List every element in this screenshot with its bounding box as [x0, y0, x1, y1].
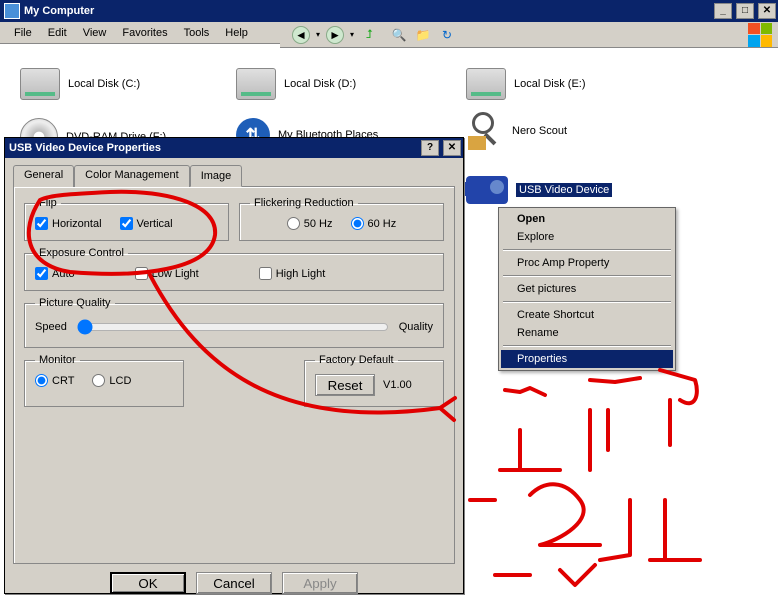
flip-legend: Flip [35, 197, 61, 209]
my-computer-icon [4, 3, 20, 19]
exposure-legend: Exposure Control [35, 247, 128, 259]
picture-quality-label: Quality [399, 321, 433, 333]
group-monitor: Monitor CRT LCD [24, 354, 184, 407]
dialog-tabs: General Color Management Image [13, 165, 455, 187]
context-menu: Open Explore Proc Amp Property Get pictu… [498, 207, 676, 371]
maximize-button[interactable]: □ [736, 3, 754, 19]
folders-icon[interactable]: 📁 [414, 26, 432, 44]
factory-legend: Factory Default [315, 354, 398, 366]
window-title: My Computer [24, 5, 94, 17]
forward-dropdown-icon[interactable]: ▾ [350, 30, 354, 39]
dialog-buttons: OK Cancel Apply [5, 564, 463, 602]
magnifier-icon [466, 112, 504, 150]
menu-get-pictures[interactable]: Get pictures [501, 280, 673, 298]
window-titlebar: My Computer _ □ ✕ [0, 0, 778, 22]
toolbar: ◄ ▾ ► ▾ ⮥ 🔍 📁 ↻ [280, 22, 778, 48]
monitor-legend: Monitor [35, 354, 80, 366]
nero-scout-label: Nero Scout [512, 125, 567, 137]
minimize-button[interactable]: _ [714, 3, 732, 19]
monitor-lcd-label: LCD [109, 375, 131, 387]
tab-panel-image: Flip Horizontal Vertical Flickering Red [13, 186, 455, 564]
menubar: File Edit View Favorites Tools Help [0, 22, 280, 44]
factory-version: V1.00 [383, 379, 412, 391]
apply-button[interactable]: Apply [282, 572, 358, 594]
search-icon[interactable]: 🔍 [390, 26, 408, 44]
tab-image[interactable]: Image [190, 165, 243, 187]
monitor-crt-radio[interactable]: CRT [35, 374, 74, 387]
menu-explore[interactable]: Explore [501, 228, 673, 246]
usb-video-device[interactable]: USB Video Device [466, 176, 612, 204]
drive-e-label: Local Disk (E:) [514, 78, 586, 90]
windows-logo-icon [748, 23, 772, 47]
monitor-lcd-radio[interactable]: LCD [92, 374, 131, 387]
exposure-lowlight-checkbox[interactable]: Low Light [135, 267, 199, 280]
forward-icon[interactable]: ► [326, 26, 344, 44]
exposure-highlight-checkbox[interactable]: High Light [259, 267, 326, 280]
exposure-lowlight-label: Low Light [152, 268, 199, 280]
tab-color-management[interactable]: Color Management [74, 165, 190, 187]
nero-scout[interactable]: Nero Scout [466, 112, 567, 150]
cancel-button[interactable]: Cancel [196, 572, 272, 594]
drive-e[interactable]: Local Disk (E:) [466, 68, 586, 100]
flicker-50hz-radio[interactable]: 50 Hz [287, 217, 333, 230]
menu-create-shortcut[interactable]: Create Shortcut [501, 306, 673, 324]
back-icon[interactable]: ◄ [292, 26, 310, 44]
menu-view[interactable]: View [75, 24, 115, 42]
drive-d[interactable]: Local Disk (D:) [236, 68, 356, 100]
exposure-auto-label: Auto [52, 268, 75, 280]
flip-vertical-checkbox[interactable]: Vertical [120, 217, 173, 230]
exposure-highlight-label: High Light [276, 268, 326, 280]
flicker-50hz-label: 50 Hz [304, 218, 333, 230]
drive-c[interactable]: Local Disk (C:) [20, 68, 140, 100]
usb-video-label: USB Video Device [516, 183, 612, 197]
dialog-close-button[interactable]: ✕ [443, 140, 461, 156]
dialog-help-button[interactable]: ? [421, 140, 439, 156]
hard-drive-icon [20, 68, 60, 100]
tab-general[interactable]: General [13, 165, 74, 187]
ok-button[interactable]: OK [110, 572, 186, 594]
menu-tools[interactable]: Tools [176, 24, 218, 42]
picture-speed-label: Speed [35, 321, 67, 333]
picture-legend: Picture Quality [35, 297, 115, 309]
menu-proc-amp[interactable]: Proc Amp Property [501, 254, 673, 272]
drive-d-label: Local Disk (D:) [284, 78, 356, 90]
menu-open[interactable]: Open [501, 210, 673, 228]
dialog-titlebar: USB Video Device Properties ? ✕ [5, 138, 463, 158]
group-factory-default: Factory Default Reset V1.00 [304, 354, 444, 407]
flip-horizontal-label: Horizontal [52, 218, 102, 230]
reset-button[interactable]: Reset [315, 374, 375, 396]
flicker-60hz-radio[interactable]: 60 Hz [351, 217, 397, 230]
exposure-auto-checkbox[interactable]: Auto [35, 267, 75, 280]
group-picture-quality: Picture Quality Speed Quality [24, 297, 444, 348]
up-icon[interactable]: ⮥ [360, 26, 378, 44]
flicker-60hz-label: 60 Hz [368, 218, 397, 230]
close-button[interactable]: ✕ [758, 3, 776, 19]
drive-c-label: Local Disk (C:) [68, 78, 140, 90]
monitor-crt-label: CRT [52, 375, 74, 387]
group-flip: Flip Horizontal Vertical [24, 197, 229, 241]
menu-favorites[interactable]: Favorites [114, 24, 175, 42]
flip-horizontal-checkbox[interactable]: Horizontal [35, 217, 102, 230]
usb-video-properties-dialog: USB Video Device Properties ? ✕ General … [4, 137, 464, 594]
picture-quality-slider[interactable] [77, 319, 389, 335]
menu-edit[interactable]: Edit [40, 24, 75, 42]
group-flickering: Flickering Reduction 50 Hz 60 Hz [239, 197, 444, 241]
camera-icon [466, 176, 508, 204]
flicker-legend: Flickering Reduction [250, 197, 358, 209]
dialog-title: USB Video Device Properties [9, 142, 161, 154]
menu-properties[interactable]: Properties [501, 350, 673, 368]
menu-file[interactable]: File [6, 24, 40, 42]
hard-drive-icon [466, 68, 506, 100]
group-exposure: Exposure Control Auto Low Light High Lig… [24, 247, 444, 291]
hard-drive-icon [236, 68, 276, 100]
menu-rename[interactable]: Rename [501, 324, 673, 342]
menu-help[interactable]: Help [217, 24, 256, 42]
history-icon[interactable]: ↻ [438, 26, 456, 44]
back-dropdown-icon[interactable]: ▾ [316, 30, 320, 39]
flip-vertical-label: Vertical [137, 218, 173, 230]
